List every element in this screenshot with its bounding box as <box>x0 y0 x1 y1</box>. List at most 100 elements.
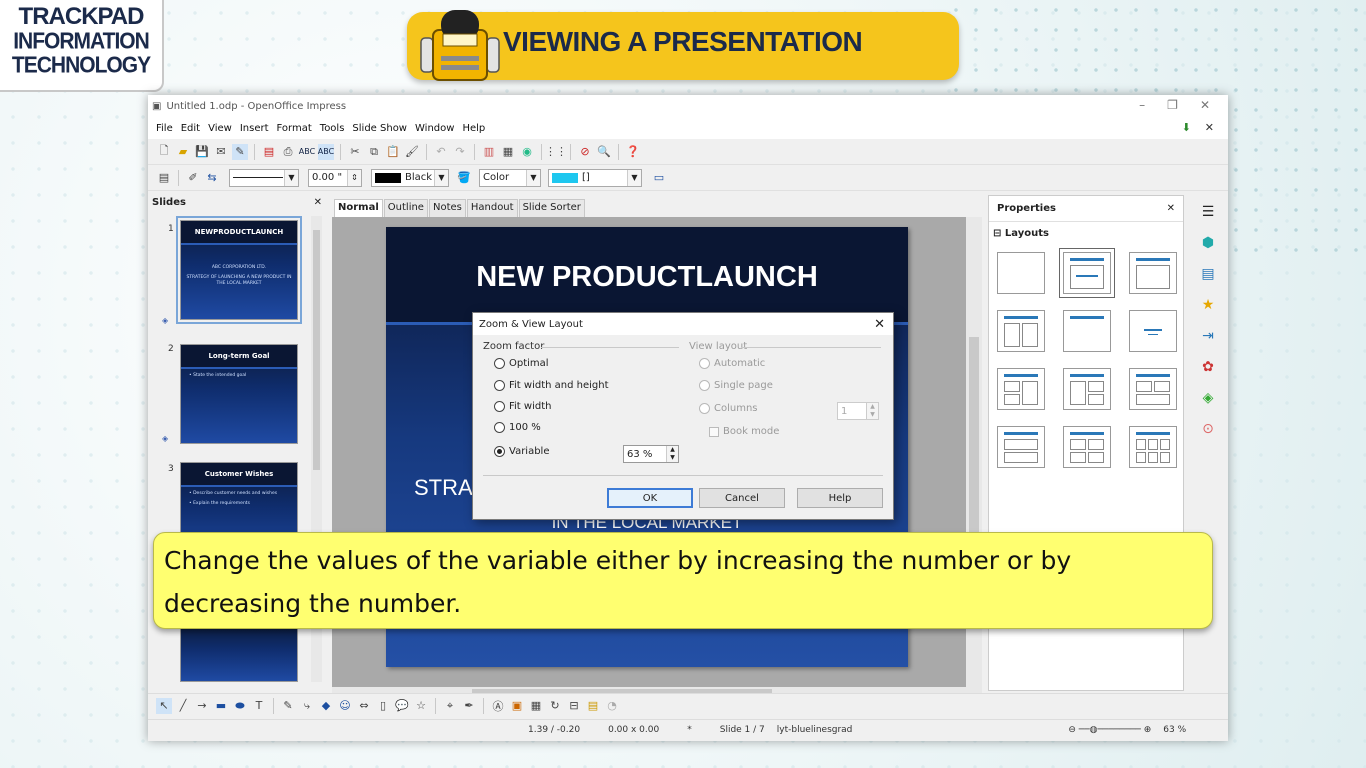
layout-centered-text[interactable] <box>1129 310 1177 352</box>
gallery-tool-icon[interactable]: ▦ <box>528 698 544 714</box>
tab-normal[interactable]: Normal <box>334 199 383 217</box>
ellipse-icon[interactable]: ⬬ <box>232 698 248 714</box>
save-icon[interactable]: 💾 <box>194 144 210 160</box>
close-document-icon[interactable]: ✕ <box>1205 121 1214 134</box>
paste-icon[interactable]: 📋 <box>385 144 401 160</box>
menu-insert[interactable]: Insert <box>236 123 273 134</box>
arrow-tool-icon[interactable]: → <box>194 698 210 714</box>
points-icon[interactable]: ⌖ <box>442 698 458 714</box>
tab-notes[interactable]: Notes <box>428 199 466 217</box>
close-pane-icon[interactable]: ✕ <box>314 197 322 208</box>
cut-icon[interactable]: ✂ <box>347 144 363 160</box>
print-icon[interactable]: ⎙ <box>280 144 296 160</box>
slide-thumbnail-partial[interactable] <box>180 622 298 682</box>
layout-blank[interactable] <box>997 252 1045 294</box>
layout-title-2content-left[interactable] <box>997 368 1045 410</box>
menu-help[interactable]: Help <box>458 123 489 134</box>
columns-stepper[interactable]: 1 ▲ ▼ <box>837 402 879 420</box>
layout-title-4content[interactable] <box>1063 426 1111 468</box>
rectangle-icon[interactable]: ▬ <box>213 698 229 714</box>
zoom-level[interactable]: 63 % <box>1157 725 1192 735</box>
zoom-icon[interactable]: 🔍 <box>596 144 612 160</box>
line-width-field[interactable]: 0.00 " ⇕ <box>308 168 362 187</box>
slide-thumbnail-2[interactable]: Long-term Goal • State the intended goal <box>180 344 298 444</box>
close-panel-icon[interactable]: ✕ <box>1167 203 1175 214</box>
callouts-icon[interactable]: 💬 <box>394 698 410 714</box>
cancel-button[interactable]: Cancel <box>699 488 785 508</box>
edit-file-icon[interactable]: ✎ <box>232 143 248 160</box>
master-pages-icon[interactable]: ▤ <box>1197 263 1219 285</box>
chart-icon[interactable]: ▥ <box>481 144 497 160</box>
slide-transition-icon[interactable]: ⇥ <box>1197 325 1219 347</box>
update-icon[interactable]: ⬇ <box>1182 121 1191 134</box>
layouts-section[interactable]: ⊟ Layouts <box>989 222 1183 245</box>
table-icon[interactable]: ▦ <box>500 144 516 160</box>
fit-width-height-radio[interactable]: Fit width and height <box>494 380 609 391</box>
zoom-slider[interactable]: ⊖ ──◍──────── ⊕ <box>1062 725 1157 735</box>
layout-title-2content[interactable] <box>997 310 1045 352</box>
connector-icon[interactable]: ⤷ <box>299 698 315 714</box>
autospellcheck-icon[interactable]: ABC <box>318 143 334 160</box>
spin-arrows-icon[interactable]: ▲ ▼ <box>666 446 678 462</box>
new-icon[interactable]: 🗋 <box>156 144 172 160</box>
align-icon[interactable]: ⊟ <box>566 698 582 714</box>
tab-slide-sorter[interactable]: Slide Sorter <box>518 199 585 217</box>
block-arrows-icon[interactable]: ⇔ <box>356 698 372 714</box>
slide-title[interactable]: NEW PRODUCTLAUNCH <box>386 261 908 294</box>
stars-icon[interactable]: ☆ <box>413 698 429 714</box>
menu-edit[interactable]: Edit <box>177 123 204 134</box>
text-icon[interactable]: T <box>251 698 267 714</box>
arrange-icon[interactable]: ▤ <box>585 698 601 714</box>
flowchart-icon[interactable]: ▯ <box>375 698 391 714</box>
layout-title-only[interactable] <box>1129 252 1177 294</box>
symbol-shapes-icon[interactable]: ☺ <box>337 698 353 714</box>
menu-view[interactable]: View <box>204 123 236 134</box>
email-icon[interactable]: ✉ <box>213 144 229 160</box>
menu-format[interactable]: Format <box>273 123 316 134</box>
minimize-icon[interactable]: – <box>1139 98 1145 112</box>
select-icon[interactable]: ↖ <box>156 697 172 714</box>
clone-format-icon[interactable]: 🖌 <box>404 144 420 160</box>
tab-outline[interactable]: Outline <box>383 199 428 217</box>
shadow-icon[interactable]: ▭ <box>651 170 667 186</box>
styles-icon[interactable]: ▤ <box>156 170 172 186</box>
arrow-style-icon[interactable]: ⇆ <box>204 170 220 186</box>
fontwork-icon[interactable]: ◉ <box>519 144 535 160</box>
rotate-icon[interactable]: ↻ <box>547 698 563 714</box>
spellcheck-icon[interactable]: ABC <box>299 144 315 160</box>
scroll-thumb[interactable] <box>313 230 320 470</box>
hundred-percent-radio[interactable]: 100 % <box>494 422 541 433</box>
automatic-radio[interactable]: Automatic <box>699 358 765 369</box>
dialog-close-icon[interactable]: ✕ <box>874 317 885 332</box>
area-color-select[interactable]: [] ▼ <box>548 168 642 187</box>
custom-animation-icon[interactable]: ★ <box>1197 294 1219 316</box>
help-button[interactable]: Help <box>797 488 883 508</box>
book-mode-checkbox[interactable]: Book mode <box>709 426 779 437</box>
curve-icon[interactable]: ✎ <box>280 698 296 714</box>
spin-arrows-icon[interactable]: ▲ ▼ <box>866 403 878 419</box>
line-icon[interactable]: ✐ <box>185 170 201 186</box>
navigator-icon[interactable]: ⊘ <box>577 144 593 160</box>
line-tool-icon[interactable]: ╱ <box>175 698 191 714</box>
variable-radio[interactable]: Variable <box>494 446 550 457</box>
layout-title-6content[interactable] <box>1129 426 1177 468</box>
slide-body-text[interactable]: STRA <box>414 475 473 501</box>
optimal-radio[interactable]: Optimal <box>494 358 549 369</box>
close-icon[interactable]: ✕ <box>1200 98 1210 112</box>
glue-points-icon[interactable]: ✒ <box>461 698 477 714</box>
redo-icon[interactable]: ↷ <box>452 144 468 160</box>
layout-title-content[interactable] <box>1059 248 1115 298</box>
from-file-icon[interactable]: ▣ <box>509 698 525 714</box>
line-style-select[interactable]: ▼ <box>229 168 299 187</box>
navigator-sidebar-icon[interactable]: ⊙ <box>1197 418 1219 440</box>
open-icon[interactable]: ▰ <box>175 144 191 160</box>
grid-icon[interactable]: ⋮⋮ <box>545 144 567 160</box>
slide-thumbnail-1[interactable]: NEWPRODUCTLAUNCH ABC CORPORATION LTD. ST… <box>176 216 302 324</box>
help-icon[interactable]: ❓ <box>625 144 641 160</box>
layout-title-2content-right[interactable] <box>1063 368 1111 410</box>
layout-title-content-over[interactable] <box>997 426 1045 468</box>
menu-window[interactable]: Window <box>411 123 458 134</box>
area-style-select[interactable]: Color ▼ <box>479 168 541 187</box>
menu-tools[interactable]: Tools <box>316 123 349 134</box>
properties-icon[interactable]: ⬢ <box>1197 232 1219 254</box>
